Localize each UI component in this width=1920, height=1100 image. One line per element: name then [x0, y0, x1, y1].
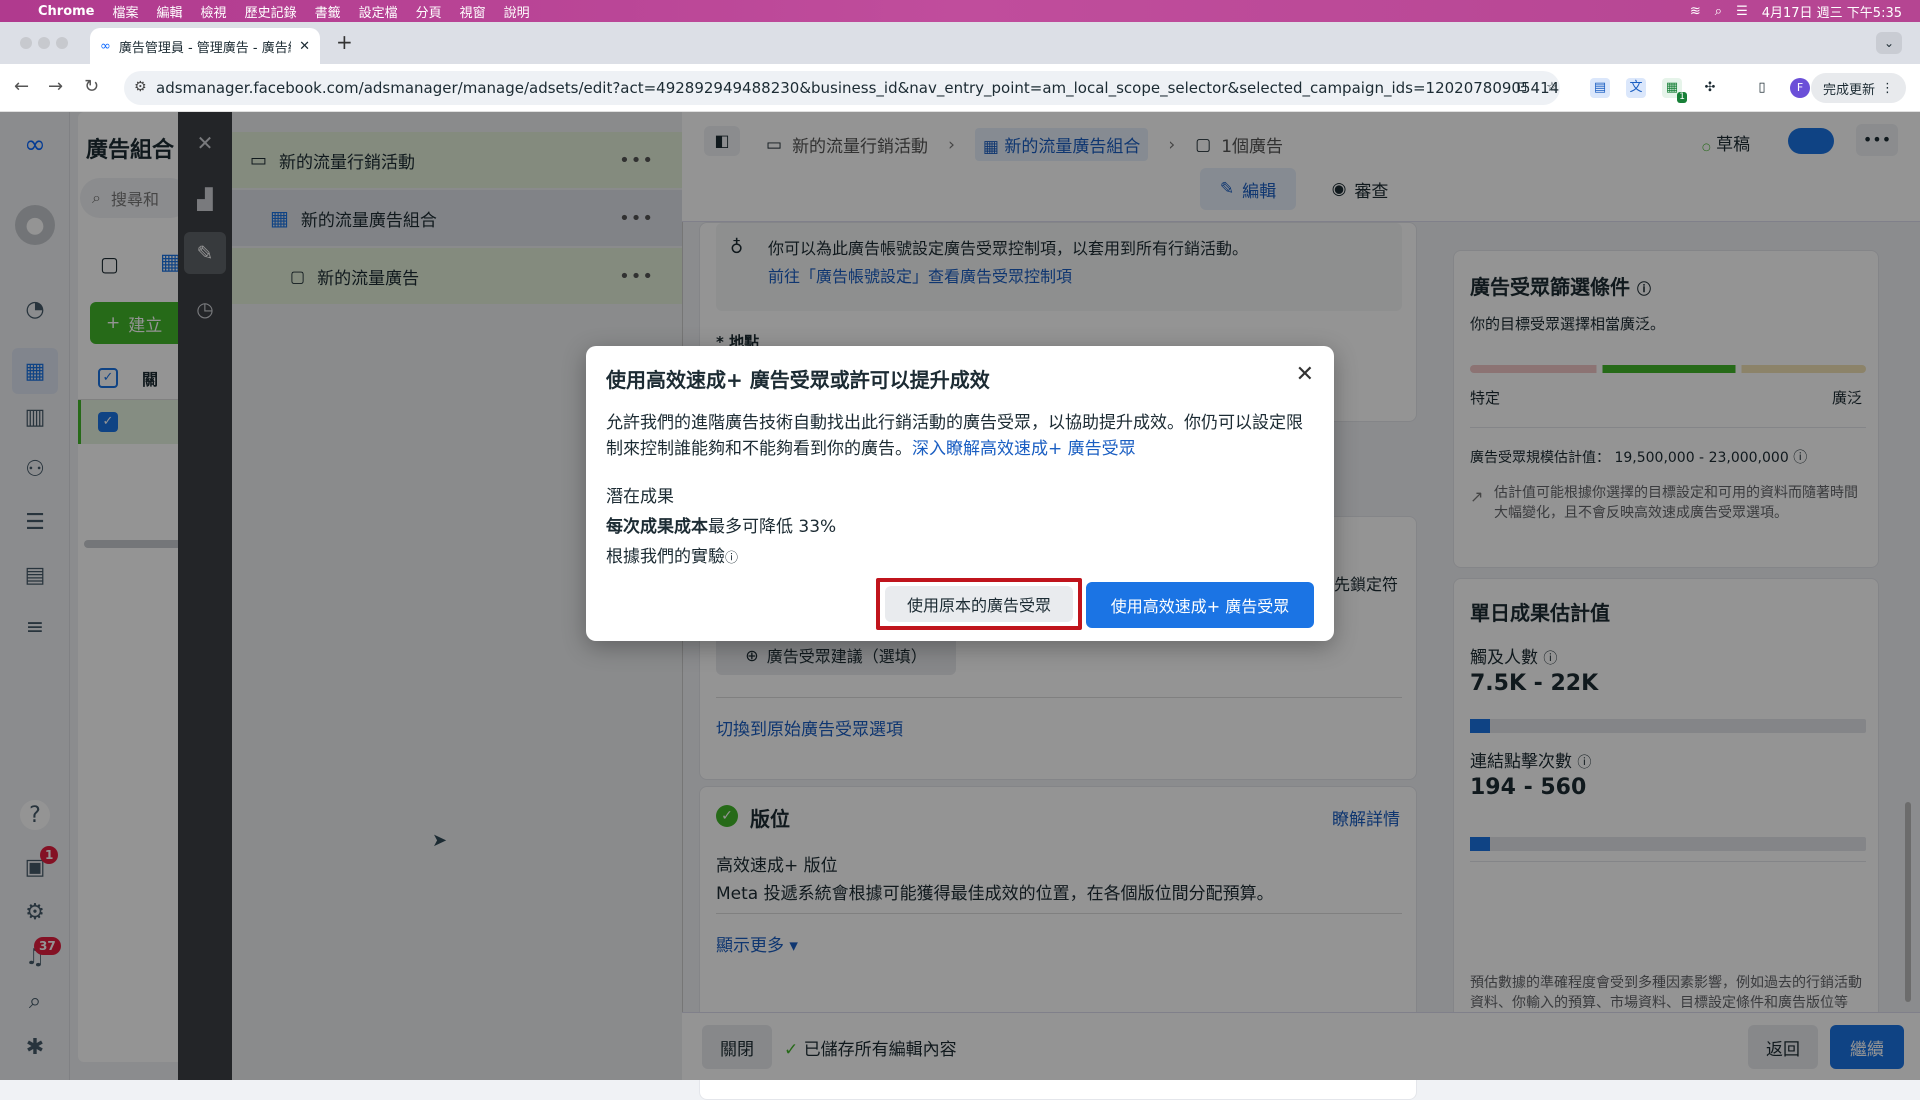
url-text: adsmanager.facebook.com/adsmanager/manag… [156, 79, 1560, 97]
wifi-icon[interactable]: ≋ [1690, 4, 1701, 19]
menu-item[interactable]: 編輯 [157, 2, 183, 21]
close-icon[interactable]: ✕ [1296, 362, 1314, 387]
tab-title: 廣告管理員 - 管理廣告 - 廣告組 [118, 40, 292, 56]
search-icon[interactable]: ⌕ [1715, 4, 1722, 19]
meta-logo-icon: ∞ [100, 38, 111, 54]
use-original-audience-label: 使用原本的廣告受眾 [885, 586, 1073, 622]
experiment-note: 根據我們的實驗ⓘ [606, 542, 738, 567]
close-tab-icon[interactable]: ✕ [299, 39, 310, 54]
use-original-audience-button[interactable]: 使用原本的廣告受眾 [876, 578, 1082, 630]
menu-app-name[interactable]: Chrome [38, 4, 95, 19]
potential-results-label: 潛在成果 [606, 487, 674, 507]
use-advantage-audience-label: 使用高效速成+ 廣告受眾 [1110, 597, 1290, 616]
extension-badge: 1 [1677, 92, 1687, 103]
control-center-icon[interactable]: ☰ [1736, 4, 1748, 19]
minimize-window-button[interactable] [38, 37, 50, 49]
back-icon[interactable]: ← [14, 76, 29, 97]
profile-avatar[interactable]: F [1790, 78, 1810, 98]
experiment-label: 根據我們的實驗 [606, 547, 725, 567]
learn-more-link[interactable]: 深入瞭解高效速成+ 廣告受眾 [912, 439, 1136, 459]
update-button[interactable]: 完成更新 ⋮ [1810, 73, 1906, 103]
address-bar-row: ← → ↻ ⚙ adsmanager.facebook.com/adsmanag… [0, 64, 1920, 112]
update-label: 完成更新 [1822, 82, 1875, 98]
menu-item[interactable]: 書籤 [315, 2, 341, 21]
install-icon[interactable]: ⊡ [1512, 78, 1532, 98]
info-icon[interactable]: ⓘ [725, 551, 738, 566]
cost-per-result-label: 每次成果成本 [606, 517, 708, 537]
site-info-icon[interactable]: ⚙ [134, 79, 147, 95]
sidepanel-icon[interactable]: ▯ [1752, 78, 1772, 98]
menu-item[interactable]: 檢視 [201, 2, 227, 21]
menu-item[interactable]: 歷史記錄 [245, 2, 297, 21]
tab-search-button[interactable]: ⌄ [1876, 32, 1902, 54]
menu-item[interactable]: 視窗 [460, 2, 486, 21]
reload-icon[interactable]: ↻ [84, 76, 99, 97]
forward-icon[interactable]: → [48, 76, 63, 97]
menu-item[interactable]: 檔案 [113, 2, 139, 21]
translate-icon[interactable]: 文 [1626, 78, 1646, 98]
bookmark-star-icon[interactable]: ☆ [1542, 78, 1562, 98]
new-tab-button[interactable]: + [336, 30, 353, 54]
menu-item[interactable]: 設定檔 [359, 2, 398, 21]
advantage-audience-dialog: 使用高效速成+ 廣告受眾或許可以提升成效 ✕ 允許我們的進階廣告技術自動找出此行… [586, 346, 1334, 641]
close-window-button[interactable] [20, 37, 32, 49]
cost-reduction-value: 最多可降低 33% [708, 517, 837, 537]
menu-item[interactable]: 說明 [504, 2, 530, 21]
dialog-body: 允許我們的進階廣告技術自動找出此行銷活動的廣告受眾，以協助提升成效。你仍可以設定… [606, 410, 1314, 462]
zoom-window-button[interactable] [56, 37, 68, 49]
menu-item[interactable]: 分頁 [416, 2, 442, 21]
use-advantage-audience-button[interactable]: 使用高效速成+ 廣告受眾 [1086, 582, 1314, 628]
extension-icon[interactable]: ▤ [1590, 78, 1610, 98]
mouse-cursor-icon: ➤ [432, 830, 448, 851]
mac-menubar: Chrome 檔案 編輯 檢視 歷史記錄 書籤 設定檔 分頁 視窗 說明 ≋ ⌕… [0, 0, 1920, 22]
cost-reduction-text: 每次成果成本最多可降低 33% [606, 512, 836, 537]
more-vert-icon: ⋮ [1881, 80, 1894, 96]
url-field[interactable]: ⚙ adsmanager.facebook.com/adsmanager/man… [124, 71, 1560, 105]
extension-badge-icon[interactable]: ▦ 1 [1662, 78, 1687, 103]
browser-tab[interactable]: ∞ 廣告管理員 - 管理廣告 - 廣告組 ✕ [90, 28, 320, 64]
tab-bar: ∞ 廣告管理員 - 管理廣告 - 廣告組 ✕ + ⌄ [0, 22, 1920, 64]
puzzle-icon[interactable]: ✣ [1700, 78, 1720, 98]
clock[interactable]: 4月17日 週三 下午5:35 [1762, 2, 1902, 21]
dialog-title: 使用高效速成+ 廣告受眾或許可以提升成效 [606, 368, 990, 392]
